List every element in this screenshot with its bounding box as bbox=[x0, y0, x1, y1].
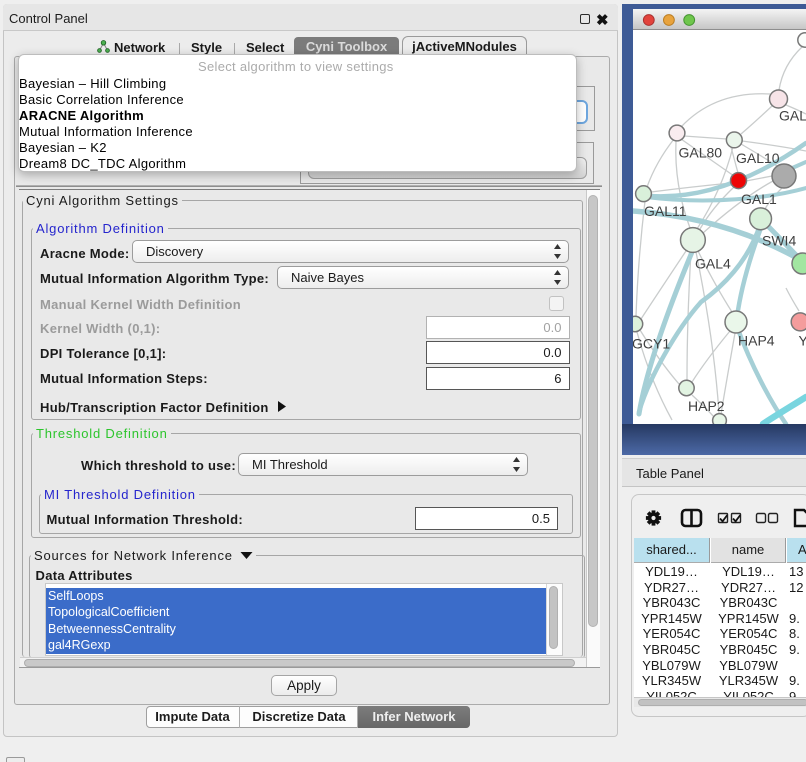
svg-text:Y1: Y1 bbox=[799, 333, 806, 349]
svg-text:GAL11: GAL11 bbox=[644, 203, 687, 219]
svg-text:GAL10: GAL10 bbox=[736, 150, 780, 166]
svg-text:GAL80: GAL80 bbox=[679, 145, 723, 161]
svg-text:SWI4: SWI4 bbox=[762, 233, 796, 249]
svg-text:HAP2: HAP2 bbox=[688, 398, 725, 414]
svg-text:GAL1: GAL1 bbox=[741, 191, 777, 207]
svg-text:HAP4: HAP4 bbox=[738, 333, 775, 349]
svg-text:GAL4: GAL4 bbox=[695, 256, 731, 272]
svg-text:GAL8: GAL8 bbox=[779, 108, 806, 124]
svg-text:GCY1: GCY1 bbox=[633, 336, 670, 352]
